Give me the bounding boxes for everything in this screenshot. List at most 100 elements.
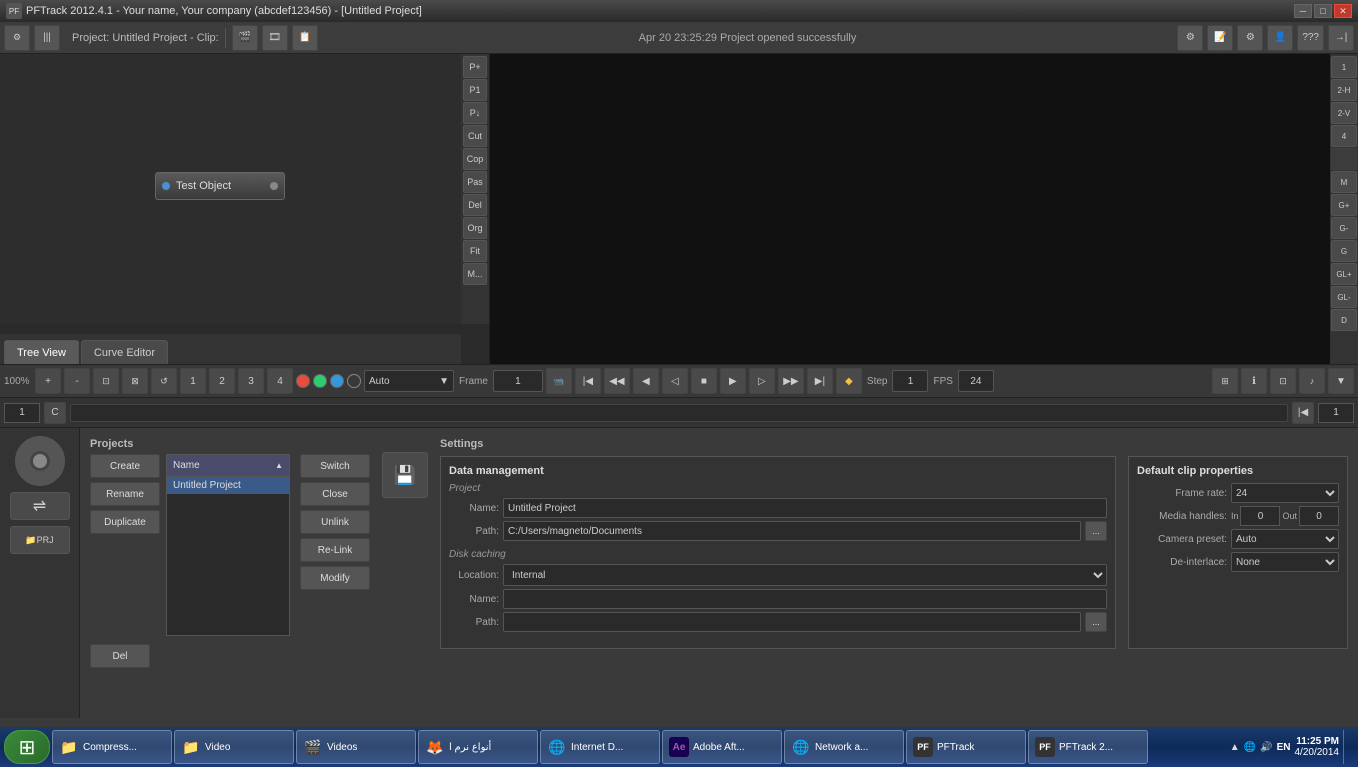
ch3-btn[interactable]: 3 <box>238 368 264 394</box>
ch2-btn[interactable]: 2 <box>209 368 235 394</box>
prev-step-btn[interactable]: ◁ <box>662 368 688 394</box>
viewport-canvas[interactable] <box>490 54 1358 364</box>
node-copy-btn[interactable]: Cop <box>463 148 487 170</box>
loop-btn[interactable]: ↺ <box>151 368 177 394</box>
modify-btn[interactable]: Modify <box>300 566 370 590</box>
tab-curve-editor[interactable]: Curve Editor <box>81 340 168 364</box>
goto-start-btn[interactable]: |◀ <box>575 368 601 394</box>
show-desktop-btn[interactable] <box>1343 730 1348 764</box>
name-items-list[interactable]: Untitled Project <box>166 476 290 636</box>
pftrack-logo-btn[interactable]: ⚙ <box>4 25 30 51</box>
timeline-c-btn[interactable]: C <box>44 402 66 424</box>
view-opts-btn[interactable]: ⊡ <box>1270 368 1296 394</box>
maximize-button[interactable]: □ <box>1314 4 1332 18</box>
stop-btn[interactable]: ■ <box>691 368 717 394</box>
view-btn-empty[interactable] <box>1331 148 1357 170</box>
relink-btn[interactable]: Re-Link <box>300 538 370 562</box>
layout-opts-btn[interactable]: ⊞ <box>1212 368 1238 394</box>
minimize-button[interactable]: ─ <box>1294 4 1312 18</box>
de-interlace-select[interactable]: None <box>1231 552 1339 572</box>
reset-btn[interactable]: ⊠ <box>122 368 148 394</box>
node-test-object[interactable]: Test Object <box>155 172 285 200</box>
camera-preset-select[interactable]: Auto <box>1231 529 1339 549</box>
node-org-btn[interactable]: Org <box>463 217 487 239</box>
user-btn[interactable]: 👤 <box>1267 25 1293 51</box>
taskbar-item-pftrack[interactable]: PF PFTrack <box>906 730 1026 764</box>
prj-btn[interactable]: 📁PRJ <box>10 526 70 554</box>
frame-rate-select[interactable]: 24 <box>1231 483 1339 503</box>
out-value-input[interactable] <box>1299 506 1339 526</box>
node-fit-btn[interactable]: Fit <box>463 240 487 262</box>
node-m-btn[interactable]: M... <box>463 263 487 285</box>
node-p1-btn[interactable]: P1 <box>463 79 487 101</box>
info-btn[interactable]: ℹ <box>1241 368 1267 394</box>
view-btn-glminus[interactable]: GL- <box>1331 286 1357 308</box>
camera-btn[interactable]: 🎬 <box>232 25 258 51</box>
notes-btn[interactable]: 📝 <box>1207 25 1233 51</box>
settings-btn[interactable]: ⚙ <box>1177 25 1203 51</box>
timeline-end-input[interactable] <box>1318 403 1354 423</box>
audio-btn[interactable]: ♪ <box>1299 368 1325 394</box>
timeline-end-btn[interactable]: |◀ <box>1292 402 1314 424</box>
view-btn-gplus[interactable]: G+ <box>1331 194 1357 216</box>
del-project-btn[interactable]: Del <box>90 644 150 668</box>
view-btn-glplus[interactable]: GL+ <box>1331 263 1357 285</box>
tab-tree-view[interactable]: Tree View <box>4 340 79 364</box>
color-blue[interactable] <box>330 374 344 388</box>
taskbar-item-videos[interactable]: 🎬 Videos <box>296 730 416 764</box>
in-value-input[interactable] <box>1240 506 1280 526</box>
view-btn-d[interactable]: D <box>1331 309 1357 331</box>
path-browse-btn[interactable]: ... <box>1085 521 1107 541</box>
next-frame-btn[interactable]: ▶▶ <box>778 368 804 394</box>
rename-btn[interactable]: Rename <box>90 482 160 506</box>
switch-btn[interactable]: Switch <box>300 454 370 478</box>
layout-btn[interactable]: ||| <box>34 25 60 51</box>
start-button[interactable]: ⊞ <box>4 730 50 764</box>
ch1-btn[interactable]: 1 <box>180 368 206 394</box>
view-btn-4[interactable]: 4 <box>1331 125 1357 147</box>
fit-all-btn[interactable]: ⊡ <box>93 368 119 394</box>
mode-dropdown[interactable]: Auto ▼ <box>364 370 454 392</box>
taskbar-item-internet[interactable]: 🌐 Internet D... <box>540 730 660 764</box>
camera-sync-btn[interactable]: 📹 <box>546 368 572 394</box>
viewport-panel[interactable] <box>490 54 1358 364</box>
taskbar-item-video[interactable]: 📁 Video <box>174 730 294 764</box>
project-item-0[interactable]: Untitled Project <box>167 477 289 494</box>
more-btn[interactable]: ▼ <box>1328 368 1354 394</box>
node-del-btn[interactable]: Del <box>463 194 487 216</box>
tray-lang[interactable]: EN <box>1277 742 1291 753</box>
step-input[interactable] <box>892 370 928 392</box>
location-select[interactable]: Internal <box>503 564 1107 586</box>
fps-input[interactable] <box>958 370 994 392</box>
project-name-input[interactable] <box>503 498 1107 518</box>
switch-view-btn[interactable]: ⇌ <box>10 492 70 520</box>
taskbar-item-ae[interactable]: Ae Adobe Aft... <box>662 730 782 764</box>
view-btn-g[interactable]: G <box>1331 240 1357 262</box>
close-btn[interactable]: Close <box>300 482 370 506</box>
help-btn[interactable]: ??? <box>1297 25 1324 51</box>
knob-btn[interactable] <box>15 436 65 486</box>
node-canvas[interactable]: Test Object <box>0 54 489 324</box>
arrow-btn[interactable]: →| <box>1328 25 1354 51</box>
view-btn-gminus[interactable]: G- <box>1331 217 1357 239</box>
tray-volume-icon[interactable]: 🔊 <box>1260 742 1272 753</box>
view-btn-2h[interactable]: 2-H <box>1331 79 1357 101</box>
key-btn[interactable]: ◆ <box>836 368 862 394</box>
taskbar-item-firefox[interactable]: 🦊 أنواع نرم ا <box>418 730 538 764</box>
taskbar-item-network[interactable]: 🌐 Network a... <box>784 730 904 764</box>
node-cut-btn[interactable]: Cut <box>463 125 487 147</box>
frame-input[interactable] <box>493 370 543 392</box>
prev-frame-fast-btn[interactable]: ◀◀ <box>604 368 630 394</box>
prefs-btn[interactable]: ⚙ <box>1237 25 1263 51</box>
project-path-input[interactable] <box>503 521 1081 541</box>
cache-name-input[interactable] <box>503 589 1107 609</box>
color-green[interactable] <box>313 374 327 388</box>
node-paste-btn[interactable]: Pas <box>463 171 487 193</box>
play-btn[interactable]: ▶ <box>720 368 746 394</box>
view-btn-2v[interactable]: 2-V <box>1331 102 1357 124</box>
timeline-start-input[interactable] <box>4 403 40 423</box>
clipboard-btn[interactable]: 📋 <box>292 25 318 51</box>
prev-frame-btn[interactable]: ◀ <box>633 368 659 394</box>
timeline-track[interactable] <box>70 404 1288 422</box>
color-red[interactable] <box>296 374 310 388</box>
